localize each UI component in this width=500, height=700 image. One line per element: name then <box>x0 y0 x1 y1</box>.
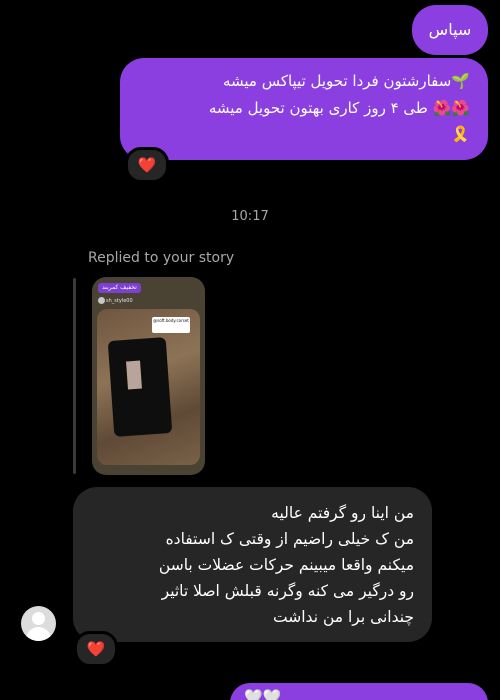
story-username: sh_style00 <box>106 298 133 304</box>
story-mention-sticker: @soft.body.corset <box>152 317 190 333</box>
heart-icon: ❤️ <box>86 640 106 658</box>
story-photo: @soft.body.corset <box>97 309 200 465</box>
chat-screen: سپاس 🌱سفارشتون فردا تحویل تیپاکس میشه 🌺🌺… <box>0 0 500 700</box>
sender-avatar[interactable] <box>21 606 56 641</box>
heart-reaction-badge[interactable]: ❤️ <box>74 631 118 667</box>
incoming-message[interactable]: من اینا رو گرفتم عالیه من ک خیلی راضیم ا… <box>73 487 432 642</box>
heart-reaction-badge[interactable]: ❤️ <box>125 147 169 183</box>
story-reply-preview[interactable]: تخفیف کمربند sh_style00 @soft.body.corse… <box>92 277 205 475</box>
message-text-line-5: چندانی برا من نداشت <box>273 608 414 626</box>
outgoing-message-partial[interactable]: 🤍🤍 <box>230 683 488 700</box>
replied-to-story-label: Replied to your story <box>88 250 235 266</box>
product-label-image <box>126 360 142 390</box>
ribbon-emoji: 🎗️ <box>451 125 470 143</box>
message-text-line-3: میکنم واقعا میبینم حرکات عضلات باسن <box>158 556 414 574</box>
message-text-line-1: من اینا رو گرفتم عالیه <box>271 504 414 522</box>
message-text-line-2: 🌺🌺 طی ۴ روز کاری بهتون تحویل میشه <box>208 99 470 117</box>
outgoing-message-order[interactable]: 🌱سفارشتون فردا تحویل تیپاکس میشه 🌺🌺 طی ۴… <box>120 58 488 160</box>
person-icon-body <box>26 627 51 641</box>
message-text-line-4: رو درگیر می کنه وگرنه قبلش اصلا تاثیر <box>161 582 414 600</box>
story-avatar <box>98 297 105 304</box>
heart-icon: ❤️ <box>137 156 157 174</box>
message-text-line-2: من ک خیلی راضیم از وقتی ک استفاده <box>165 530 414 548</box>
message-text-line-1: 🌱سفارشتون فردا تحویل تیپاکس میشه <box>222 72 470 90</box>
reply-indicator-bar <box>73 278 76 474</box>
story-header-tag: تخفیف کمربند <box>98 283 141 293</box>
outgoing-message-thanks[interactable]: سپاس <box>412 5 488 55</box>
message-timestamp: 10:17 <box>231 209 269 224</box>
person-icon-head <box>32 612 45 625</box>
message-text: سپاس <box>428 20 472 39</box>
message-text: 🤍🤍 <box>244 688 282 700</box>
